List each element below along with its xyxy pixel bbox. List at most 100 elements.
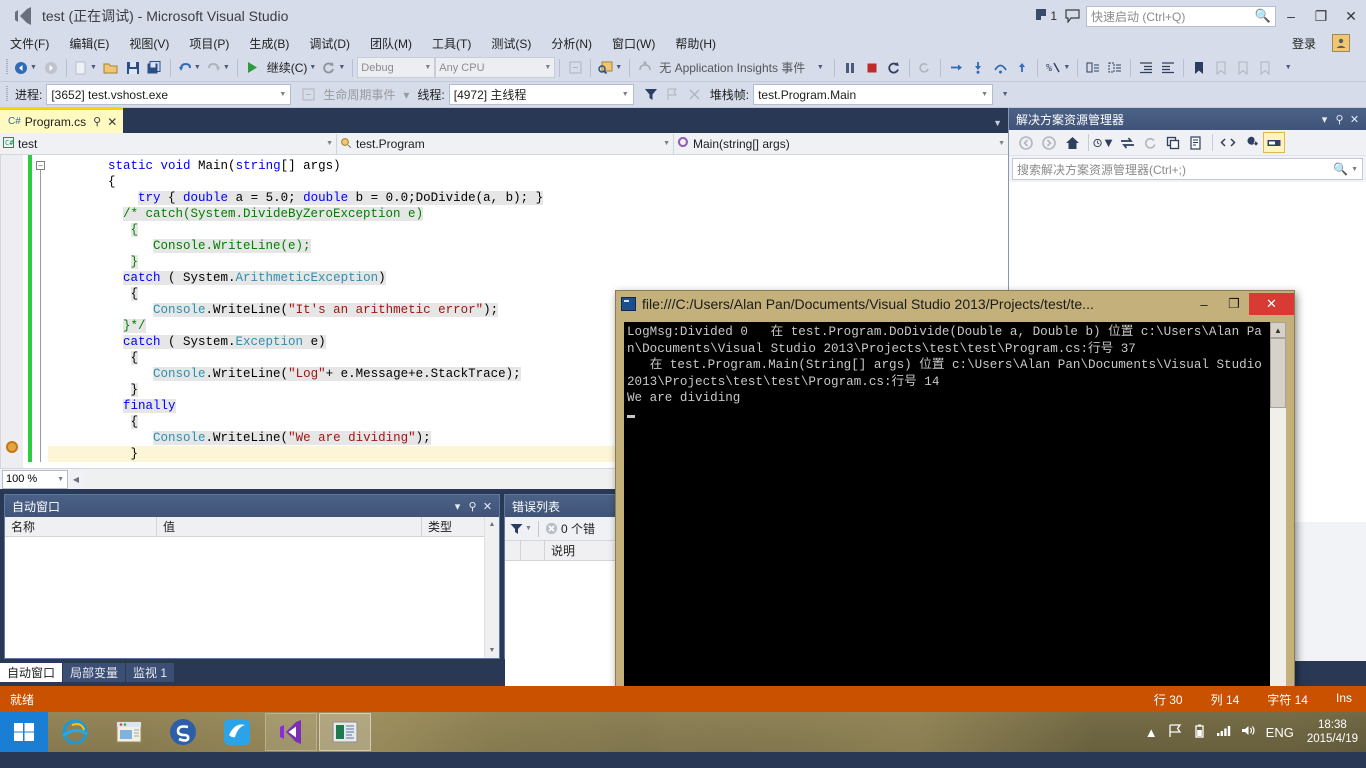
close-tab-icon[interactable]: ✕ [107, 115, 117, 129]
autos-column-value[interactable]: 值 [157, 516, 422, 537]
toolbar-grip[interactable] [4, 59, 11, 77]
solution-explorer-pin-icon[interactable]: ⚲ [1332, 113, 1347, 126]
navigate-forward-button[interactable] [40, 57, 62, 79]
thread-combo[interactable]: [4972] 主线程 ▼ [448, 84, 634, 105]
continue-button[interactable] [242, 57, 264, 79]
scroll-up-icon[interactable]: ▲ [489, 517, 496, 532]
editor-zoom-combo[interactable]: 100 % ▼ [2, 469, 68, 489]
error-count-icon[interactable] [545, 522, 558, 535]
step-into-button[interactable] [967, 57, 989, 79]
previous-bookmark-button[interactable] [1210, 57, 1232, 79]
menu-item-help[interactable]: 帮助(H) [665, 33, 726, 54]
window-minimize-button[interactable]: – [1276, 0, 1306, 32]
debugbar-grip[interactable] [4, 86, 11, 104]
taskbar-file-explorer[interactable] [103, 713, 155, 751]
menu-item-view[interactable]: 视图(V) [119, 33, 179, 54]
taskbar-visual-studio[interactable] [265, 713, 317, 751]
autos-window-pin-icon[interactable]: ⚲ [465, 500, 480, 513]
volume-icon[interactable] [1236, 724, 1261, 740]
navigate-back-icon[interactable] [1015, 132, 1037, 153]
pin-tab-icon[interactable]: ⚲ [93, 115, 101, 128]
show-all-files-icon[interactable] [1185, 132, 1207, 153]
console-window[interactable]: file:///C:/Users/Alan Pan/Documents/Visu… [615, 290, 1295, 737]
taskbar-console-app[interactable] [319, 713, 371, 751]
lifecycle-events-icon[interactable] [297, 84, 319, 106]
step-over-button[interactable] [989, 57, 1011, 79]
navbar-member-combo[interactable]: Main(string[] args) ▼ [674, 133, 1008, 154]
network-signal-icon[interactable] [1211, 724, 1236, 740]
menu-item-debug[interactable]: 调试(D) [299, 33, 360, 54]
taskbar-internet-explorer[interactable] [49, 713, 101, 751]
undo-button[interactable]: ▼ [175, 57, 204, 79]
comment-selection-button[interactable] [1082, 57, 1104, 79]
input-language-indicator[interactable]: ENG [1261, 725, 1299, 740]
menu-item-team[interactable]: 团队(M) [360, 33, 422, 54]
filter-threads-button[interactable] [640, 84, 662, 106]
window-close-button[interactable]: ✕ [1336, 0, 1366, 32]
open-file-button[interactable] [100, 57, 122, 79]
autos-window-menu-icon[interactable]: ▾ [450, 500, 465, 513]
find-in-files-button[interactable]: ▼ [595, 57, 625, 79]
autos-window-close-icon[interactable]: ✕ [480, 500, 495, 513]
console-scroll-thumb[interactable] [1270, 338, 1286, 408]
editor-outlining-margin[interactable]: – [34, 155, 48, 468]
pending-changes-icon[interactable]: ▼ [1093, 132, 1115, 153]
menu-item-file[interactable]: 文件(F) [0, 33, 59, 54]
stop-debugging-button[interactable] [861, 57, 883, 79]
solution-explorer-menu-icon[interactable]: ▾ [1317, 113, 1332, 126]
toggle-bookmark-button[interactable] [1188, 57, 1210, 79]
new-project-button[interactable]: ▼ [71, 57, 100, 79]
navigate-backward-button[interactable]: ▼ [11, 57, 40, 79]
solution-platform-combo[interactable]: Any CPU ▼ [435, 57, 556, 78]
battery-icon[interactable] [1188, 724, 1211, 741]
autos-grid-body[interactable] [5, 537, 484, 658]
stack-frame-combo[interactable]: test.Program.Main ▼ [753, 84, 994, 105]
continue-label-button[interactable]: 继续(C) ▼ [264, 57, 320, 79]
taskbar-clock[interactable]: 18:38 2015/4/19 [1299, 718, 1366, 746]
increase-indent-button[interactable] [1135, 57, 1157, 79]
search-options-dropdown-icon[interactable]: ▼ [1351, 166, 1358, 173]
preview-selected-items-icon[interactable] [1263, 132, 1285, 153]
properties-icon[interactable] [1240, 132, 1262, 153]
error-filter-dropdown-icon[interactable]: ▼ [525, 525, 532, 532]
autos-column-type[interactable]: 类型 [422, 517, 484, 537]
next-bookmark-button[interactable] [1232, 57, 1254, 79]
account-avatar[interactable] [1332, 34, 1350, 52]
solution-explorer-close-icon[interactable]: ✕ [1347, 113, 1362, 126]
dock-tab-watch1[interactable]: 监视 1 [126, 662, 175, 682]
dock-tab-locals[interactable]: 局部变量 [63, 662, 126, 682]
step-into-arrow-button[interactable] [945, 57, 967, 79]
debugbar-overflow-button[interactable]: ▼ [993, 84, 1015, 106]
error-filter-icon[interactable] [510, 523, 523, 535]
error-count-label[interactable]: 0 个错 [561, 520, 595, 537]
navigate-forward-icon[interactable] [1038, 132, 1060, 153]
redo-button[interactable]: ▼ [204, 57, 233, 79]
menu-item-edit[interactable]: 编辑(E) [59, 33, 119, 54]
clear-bookmarks-button[interactable] [1254, 57, 1276, 79]
uncomment-selection-button[interactable] [1104, 57, 1126, 79]
lifecycle-dropdown-icon[interactable]: ▾ [399, 88, 413, 102]
navbar-class-combo[interactable]: test.Program ▼ [337, 133, 674, 154]
scroll-up-icon[interactable]: ▲ [1270, 322, 1286, 338]
feedback-icon[interactable] [1062, 6, 1082, 26]
menu-item-test[interactable]: 测试(S) [481, 33, 541, 54]
autos-vertical-scrollbar[interactable]: ▲ ▼ [484, 517, 499, 658]
toolbar-overflow-button[interactable]: ▼ [1276, 57, 1298, 79]
sign-in-link[interactable]: 登录 [1292, 35, 1316, 52]
document-tab-program-cs[interactable]: C# Program.cs ⚲ ✕ [0, 108, 124, 133]
menu-item-build[interactable]: 生成(B) [239, 33, 299, 54]
console-close-button[interactable]: ✕ [1249, 293, 1294, 315]
thread-marker-button[interactable] [684, 84, 706, 106]
step-out-button[interactable] [1011, 57, 1033, 79]
menu-item-window[interactable]: 窗口(W) [602, 33, 665, 54]
solution-configuration-combo[interactable]: Debug ▼ [357, 57, 436, 78]
hscroll-left-arrow[interactable]: ◀ [68, 471, 84, 488]
home-icon[interactable] [1061, 132, 1083, 153]
scroll-down-icon[interactable]: ▼ [489, 643, 496, 658]
save-all-button[interactable] [144, 57, 166, 79]
taskbar-sogou-input[interactable] [157, 713, 209, 751]
show-hidden-icons-icon[interactable]: ▲ [1140, 725, 1163, 740]
editor-indicator-margin[interactable] [1, 155, 23, 468]
quick-launch-input[interactable]: 快速启动 (Ctrl+Q) 🔍 [1086, 5, 1276, 27]
restart-button[interactable]: ▼ [319, 57, 348, 79]
